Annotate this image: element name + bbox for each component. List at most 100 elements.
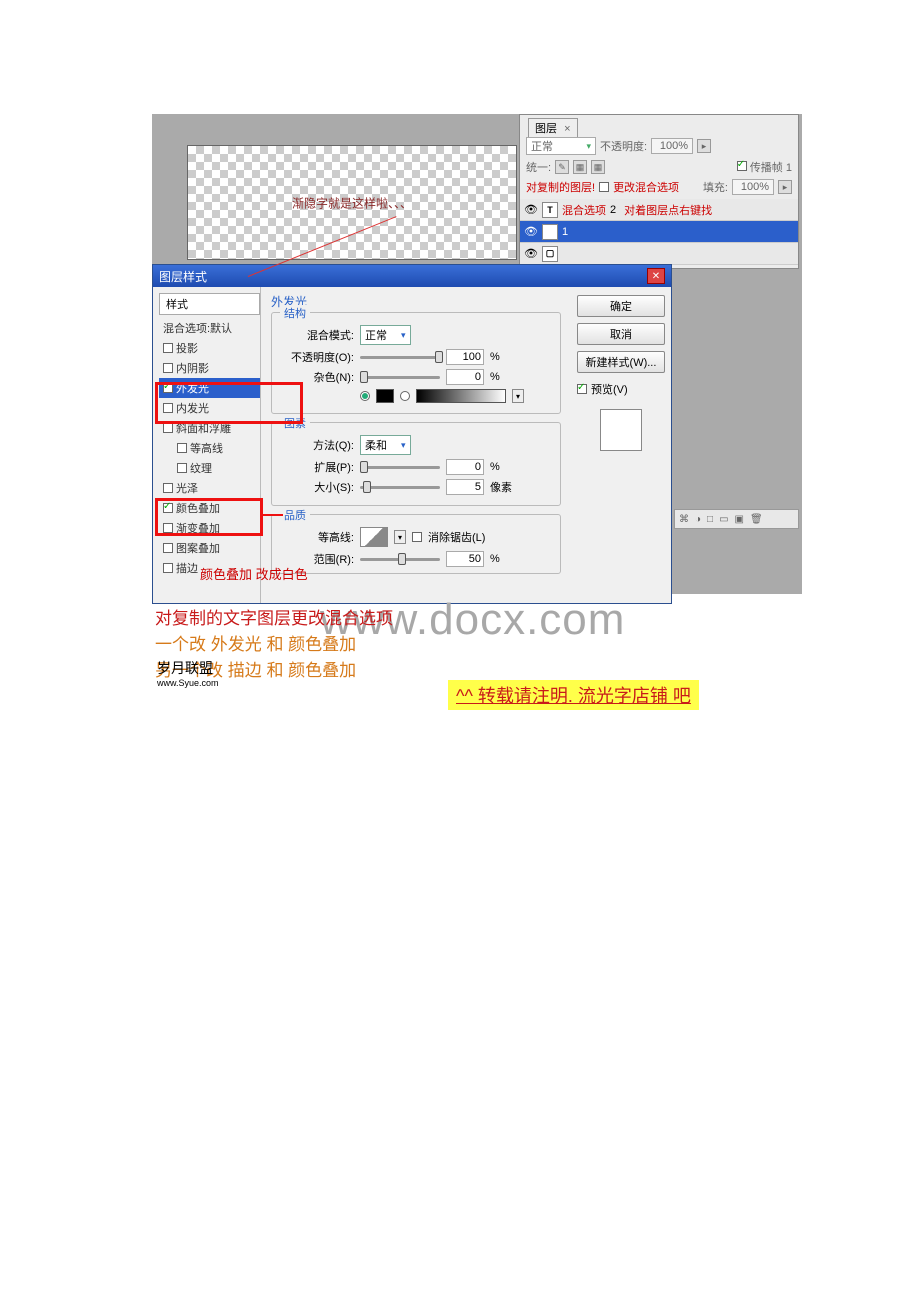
blend-mode-select[interactable]: 正常 ▾ — [526, 137, 596, 155]
annot-line1: 对复制的文字图层更改混合选项 — [155, 606, 393, 632]
checkbox[interactable] — [163, 403, 173, 413]
blend-mode-label: 混合模式: — [282, 327, 354, 343]
mask-icon[interactable]: □ — [707, 514, 713, 525]
gradient-dropdown-icon[interactable]: ▾ — [512, 389, 524, 403]
style-bevel[interactable]: 斜面和浮雕 — [159, 418, 260, 438]
style-texture[interactable]: 纹理 — [159, 458, 260, 478]
fx-icon[interactable]: ◑ — [695, 514, 701, 525]
layer-row-extra[interactable]: 👁 ▢ — [520, 243, 798, 265]
checkbox[interactable] — [163, 383, 173, 393]
checkbox[interactable] — [177, 463, 187, 473]
blend-mode-select[interactable]: 正常 ▾ — [360, 325, 411, 345]
layers-panel: 图层 × 正常 ▾ 不透明度: 100% ▸ 统一: ✎ ▦ ▦ 传播帧 1 — [519, 114, 799, 269]
noise-input[interactable] — [446, 369, 484, 385]
logo-text: 岁月联盟 — [157, 660, 213, 676]
checkbox[interactable] — [163, 483, 173, 493]
preview-checkbox[interactable] — [577, 384, 587, 394]
lock-icon[interactable]: ✎ — [555, 160, 569, 174]
style-gradient-overlay[interactable]: 渐变叠加 — [159, 518, 260, 538]
checkbox[interactable] — [163, 523, 173, 533]
percent: % — [490, 371, 500, 383]
noise-slider[interactable] — [360, 376, 440, 379]
cancel-button[interactable]: 取消 — [577, 323, 665, 345]
fill-flyout-icon[interactable]: ▸ — [778, 180, 792, 194]
range-slider[interactable] — [360, 558, 440, 561]
quality-label: 品质 — [280, 507, 310, 523]
logo-url: www.Syue.com — [157, 678, 219, 688]
new-layer-icon[interactable]: ▣ — [735, 514, 744, 525]
quality-group: 品质 等高线: ▾ 消除锯齿(L) 范围(R): % — [271, 514, 561, 574]
fill-value[interactable]: 100% — [732, 179, 774, 195]
style-drop-shadow[interactable]: 投影 — [159, 338, 260, 358]
style-blend-default[interactable]: 混合选项:默认 — [159, 318, 260, 338]
dialog-titlebar[interactable]: 图层样式 ✕ — [153, 265, 671, 287]
opacity-input[interactable] — [446, 349, 484, 365]
checkbox[interactable] — [163, 503, 173, 513]
styles-header[interactable]: 样式 — [159, 293, 260, 315]
folder-icon[interactable]: ▭ — [719, 514, 728, 525]
opacity-label: 不透明度: — [600, 138, 647, 154]
gradient-radio[interactable] — [400, 391, 410, 401]
visibility-icon[interactable]: 👁 — [524, 225, 538, 239]
antialias-checkbox[interactable] — [412, 532, 422, 542]
visibility-icon[interactable]: 👁 — [524, 203, 538, 217]
lock-all-icon[interactable]: ▦ — [591, 160, 605, 174]
annot-line2a: 一个改 外发光 和 颜色叠加 — [155, 632, 393, 658]
checkbox[interactable] — [163, 423, 173, 433]
link-icon[interactable]: ⌘ — [679, 514, 689, 525]
layer-row-original[interactable]: 👁 T 1 — [520, 221, 798, 243]
checkbox[interactable] — [163, 363, 173, 373]
checkbox[interactable] — [163, 543, 173, 553]
spread-slider[interactable] — [360, 466, 440, 469]
canvas-area: 渐隐字就是这样啦、、、 — [187, 145, 517, 260]
spread-input[interactable] — [446, 459, 484, 475]
trash-icon[interactable]: 🗑 — [750, 514, 763, 525]
size-unit: 像素 — [490, 479, 512, 495]
opacity-value[interactable]: 100% — [651, 138, 693, 154]
contour-preview[interactable] — [360, 527, 388, 547]
percent: % — [490, 351, 500, 363]
style-pattern-overlay[interactable]: 图案叠加 — [159, 538, 260, 558]
propagate-label: 传播帧 1 — [750, 162, 792, 174]
repost-notice: ^^ 转载请注明. 流光字店铺 吧 — [448, 680, 699, 710]
propagate-checkbox[interactable] — [737, 161, 747, 171]
layers-tab[interactable]: 图层 × — [528, 118, 578, 137]
spread-label: 扩展(P): — [282, 459, 354, 475]
method-select[interactable]: 柔和 ▾ — [360, 435, 411, 455]
link-checkbox[interactable] — [599, 182, 609, 192]
size-label: 大小(S): — [282, 479, 354, 495]
source-logo: 岁月联盟 www.Syue.com — [157, 658, 219, 688]
gradient-preview[interactable] — [416, 389, 506, 403]
checkbox[interactable] — [163, 563, 173, 573]
noise-label: 杂色(N): — [282, 369, 354, 385]
new-style-button[interactable]: 新建样式(W)... — [577, 351, 665, 373]
lock-move-icon[interactable]: ▦ — [573, 160, 587, 174]
preview-label: 预览(V) — [591, 381, 628, 397]
close-button[interactable]: ✕ — [647, 268, 665, 284]
color-radio[interactable] — [360, 391, 370, 401]
element-label: 图素 — [280, 415, 310, 431]
size-slider[interactable] — [360, 486, 440, 489]
style-outer-glow[interactable]: 外发光 — [159, 378, 260, 398]
opacity-flyout-icon[interactable]: ▸ — [697, 139, 711, 153]
color-swatch[interactable] — [376, 389, 394, 403]
layer-row-copy[interactable]: 👁 T 混合选项 2 对着图层点右键找 — [520, 199, 798, 221]
text-layer-icon: T — [542, 202, 558, 218]
checkbox[interactable] — [177, 443, 187, 453]
style-inner-glow[interactable]: 内发光 — [159, 398, 260, 418]
style-satin[interactable]: 光泽 — [159, 478, 260, 498]
style-list: 样式 混合选项:默认 投影 内阴影 外发光 内发光 斜面和浮雕 等高线 纹理 光… — [153, 287, 261, 603]
range-input[interactable] — [446, 551, 484, 567]
layer-name: 1 — [562, 226, 568, 238]
lock-label: 统一: — [526, 159, 551, 175]
contour-dropdown-icon[interactable]: ▾ — [394, 530, 406, 544]
size-input[interactable] — [446, 479, 484, 495]
style-color-overlay[interactable]: 颜色叠加 — [159, 498, 260, 518]
ok-button[interactable]: 确定 — [577, 295, 665, 317]
style-inner-shadow[interactable]: 内阴影 — [159, 358, 260, 378]
close-icon[interactable]: × — [564, 123, 570, 135]
style-contour[interactable]: 等高线 — [159, 438, 260, 458]
checkbox[interactable] — [163, 343, 173, 353]
visibility-icon[interactable]: 👁 — [524, 247, 538, 261]
opacity-slider[interactable] — [360, 356, 440, 359]
